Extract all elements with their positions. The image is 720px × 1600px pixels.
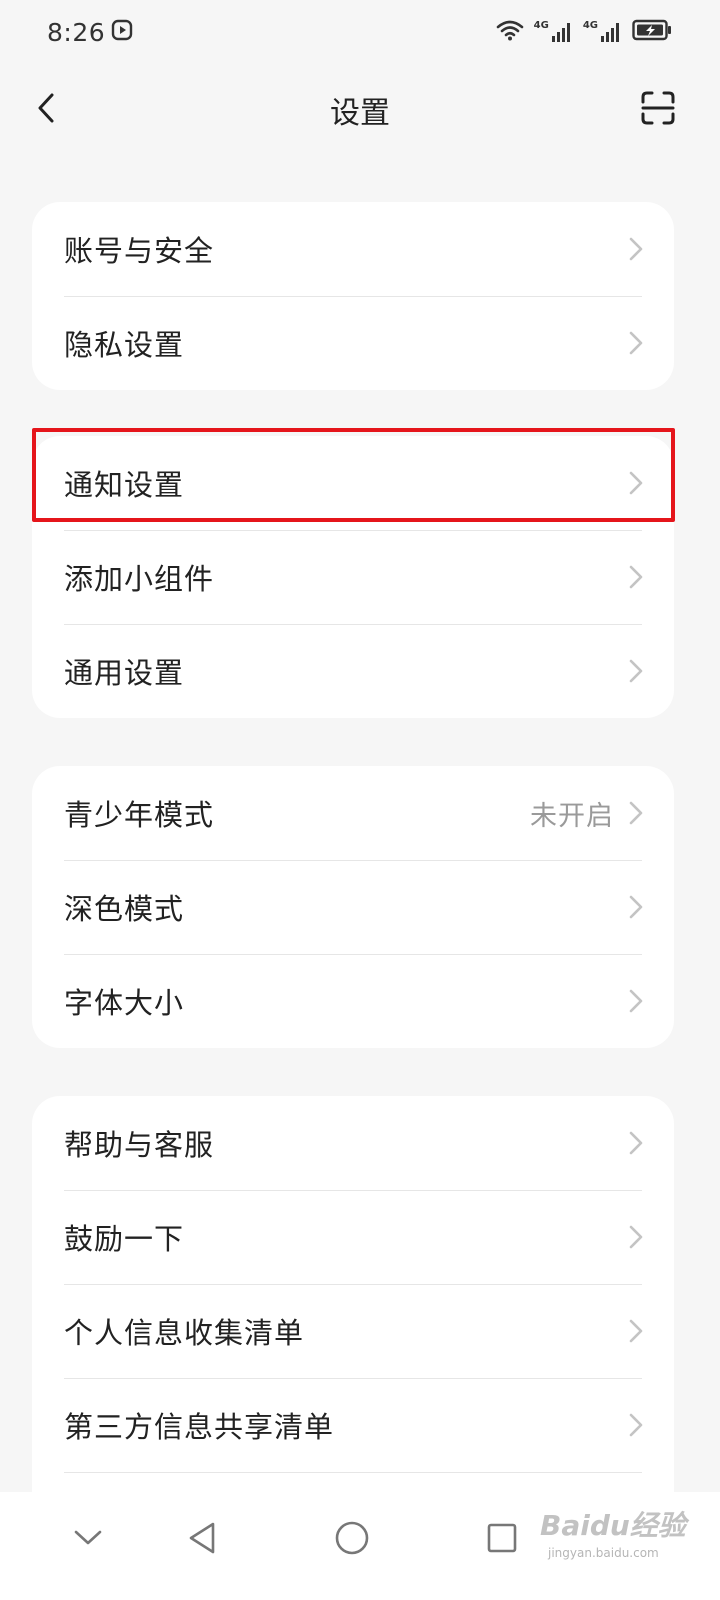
chevron-right-icon bbox=[628, 1412, 644, 1438]
system-nav-bar bbox=[0, 1492, 720, 1600]
chevron-right-icon bbox=[628, 1224, 644, 1250]
chevron-right-icon bbox=[628, 330, 644, 356]
settings-row-account-security[interactable]: 账号与安全 bbox=[32, 202, 674, 296]
home-circle-icon bbox=[335, 1521, 369, 1555]
row-label: 通知设置 bbox=[64, 468, 185, 502]
settings-row-add-widget[interactable]: 添加小组件 bbox=[32, 530, 674, 624]
row-label: 字体大小 bbox=[64, 986, 185, 1020]
row-label: 鼓励一下 bbox=[64, 1222, 185, 1256]
row-label: 深色模式 bbox=[64, 892, 185, 926]
chevron-right-icon bbox=[628, 1318, 644, 1344]
settings-group-display: 青少年模式 未开启 深色模式 字体大小 bbox=[32, 766, 674, 1048]
chevron-right-icon bbox=[628, 470, 644, 496]
row-label: 帮助与客服 bbox=[64, 1128, 215, 1162]
status-bar: 8:26 4G 4G bbox=[0, 0, 720, 64]
recents-square-icon bbox=[487, 1523, 517, 1553]
scan-icon bbox=[641, 91, 675, 125]
settings-row-personal-info-list[interactable]: 个人信息收集清单 bbox=[32, 1284, 674, 1378]
status-left: 8:26 bbox=[47, 18, 133, 47]
scan-button[interactable] bbox=[636, 86, 680, 130]
chevron-right-icon bbox=[628, 564, 644, 590]
signal-bars-icon bbox=[601, 23, 619, 42]
row-label: 个人信息收集清单 bbox=[64, 1316, 305, 1350]
chevron-right-icon bbox=[628, 1130, 644, 1156]
chevron-right-icon bbox=[628, 658, 644, 684]
cellular-signal-2: 4G bbox=[583, 21, 622, 43]
settings-row-third-party-list[interactable]: 第三方信息共享清单 bbox=[32, 1378, 674, 1472]
row-label: 通用设置 bbox=[64, 656, 185, 690]
settings-group-general: 通知设置 添加小组件 通用设置 bbox=[32, 436, 674, 718]
nav-home-button[interactable] bbox=[322, 1508, 382, 1568]
row-label: 青少年模式 bbox=[64, 798, 215, 832]
back-triangle-icon bbox=[189, 1522, 215, 1554]
wifi-icon bbox=[496, 19, 524, 45]
chevron-right-icon bbox=[628, 236, 644, 262]
row-label: 第三方信息共享清单 bbox=[64, 1410, 335, 1444]
nav-back-button[interactable] bbox=[172, 1508, 232, 1568]
settings-group-help: 帮助与客服 鼓励一下 个人信息收集清单 第三方信息共享清单 bbox=[32, 1096, 674, 1516]
network-type-label: 4G bbox=[582, 20, 598, 31]
row-label: 账号与安全 bbox=[64, 234, 215, 268]
status-right: 4G 4G bbox=[496, 19, 672, 45]
network-type-label: 4G bbox=[533, 20, 549, 31]
page-title: 设置 bbox=[330, 96, 390, 131]
settings-group-account: 账号与安全 隐私设置 bbox=[32, 202, 674, 390]
battery-charging-icon bbox=[632, 19, 672, 45]
nav-collapse-button[interactable] bbox=[58, 1508, 118, 1568]
settings-row-help-support[interactable]: 帮助与客服 bbox=[32, 1096, 674, 1190]
cellular-signal-1: 4G bbox=[534, 21, 573, 43]
chevron-right-icon bbox=[628, 800, 644, 826]
settings-row-encourage[interactable]: 鼓励一下 bbox=[32, 1190, 674, 1284]
row-label: 添加小组件 bbox=[64, 562, 215, 596]
settings-row-font-size[interactable]: 字体大小 bbox=[32, 954, 674, 1048]
chevron-right-icon bbox=[628, 988, 644, 1014]
settings-row-teen-mode[interactable]: 青少年模式 未开启 bbox=[32, 766, 674, 860]
teen-mode-status: 未开启 bbox=[530, 800, 614, 832]
settings-row-dark-mode[interactable]: 深色模式 bbox=[32, 860, 674, 954]
collapse-icon bbox=[74, 1530, 102, 1545]
signal-bars-icon bbox=[551, 23, 570, 42]
chevron-right-icon bbox=[628, 894, 644, 920]
media-playing-icon bbox=[111, 19, 133, 45]
settings-row-notifications[interactable]: 通知设置 bbox=[32, 436, 674, 530]
settings-row-privacy[interactable]: 隐私设置 bbox=[32, 296, 674, 390]
app-header: 设置 bbox=[0, 64, 720, 152]
status-time: 8:26 bbox=[47, 17, 106, 47]
row-label: 隐私设置 bbox=[64, 328, 185, 362]
settings-row-general[interactable]: 通用设置 bbox=[32, 624, 674, 718]
nav-recents-button[interactable] bbox=[472, 1508, 532, 1568]
